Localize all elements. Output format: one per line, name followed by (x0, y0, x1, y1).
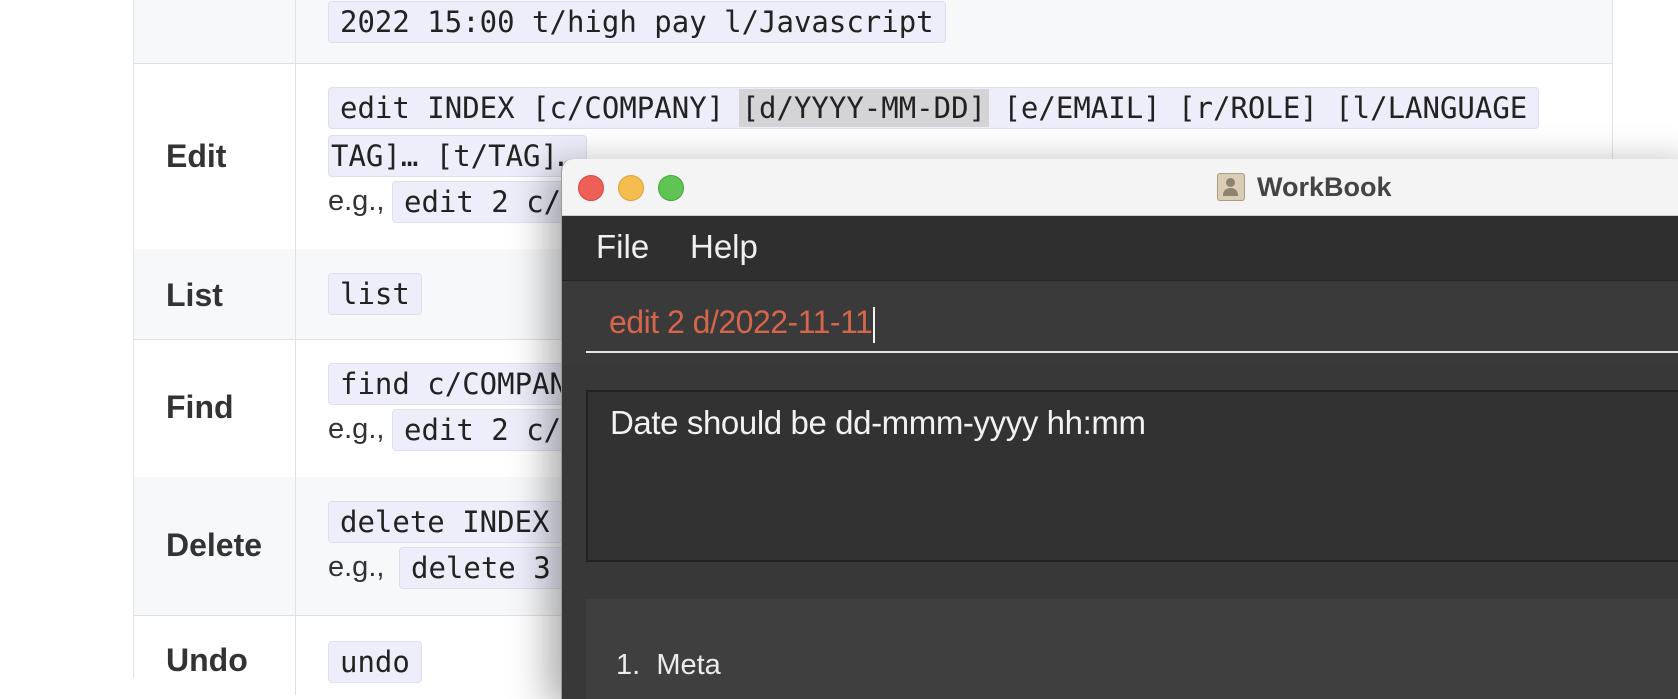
table-row: 2022 15:00 t/high pay l/Javascript (134, 0, 1612, 64)
company-list-panel[interactable]: 1. Meta (586, 599, 1678, 699)
example-code: edit 2 c/ (392, 409, 574, 451)
action-label: Undo (166, 642, 248, 678)
action-label: Find (166, 389, 234, 425)
menu-help[interactable]: Help (690, 228, 758, 266)
edit-format-code-continued: TAG]… [t/TAG]… (328, 135, 588, 177)
minimize-window-button[interactable] (618, 175, 644, 201)
action-label: Edit (166, 138, 227, 174)
undo-format-code: undo (328, 641, 422, 683)
example-prefix: e.g., (328, 551, 385, 583)
example-prefix: e.g., (328, 185, 385, 217)
list-item[interactable]: 1. Meta (616, 649, 721, 682)
close-window-button[interactable] (578, 175, 604, 201)
result-message: Date should be dd-mmm-yyyy hh:mm (610, 404, 1146, 441)
action-label: List (166, 277, 223, 313)
action-label: Delete (166, 527, 263, 563)
result-display: Date should be dd-mmm-yyyy hh:mm (586, 390, 1678, 562)
menu-bar: File Help (562, 216, 1678, 281)
workbook-window: WorkBook File Help edit 2 d/2022-11-11 D… (561, 159, 1678, 699)
list-format-code: list (328, 273, 422, 315)
text-caret (873, 306, 876, 343)
find-format-code: find c/COMPAN (328, 363, 579, 405)
title-bar[interactable]: WorkBook (562, 159, 1678, 216)
command-box: edit 2 d/2022-11-11 (562, 281, 1678, 365)
example-prefix: e.g., (328, 413, 385, 445)
window-title: WorkBook (1217, 172, 1392, 202)
command-input[interactable]: edit 2 d/2022-11-11 (586, 291, 1678, 353)
edit-format-code: edit INDEX [c/COMPANY] [d/YYYY-MM-DD] [e… (328, 87, 1540, 129)
delete-format-code: delete INDEX (328, 501, 562, 543)
app-icon (1217, 173, 1245, 201)
maximize-window-button[interactable] (658, 175, 684, 201)
example-code: edit 2 c/ (392, 181, 574, 223)
date-parameter-highlight: [d/YYYY-MM-DD] (738, 89, 990, 127)
example-code: delete 3 (399, 547, 563, 589)
menu-file[interactable]: File (596, 228, 649, 266)
code-snippet: 2022 15:00 t/high pay l/Javascript (328, 1, 946, 43)
